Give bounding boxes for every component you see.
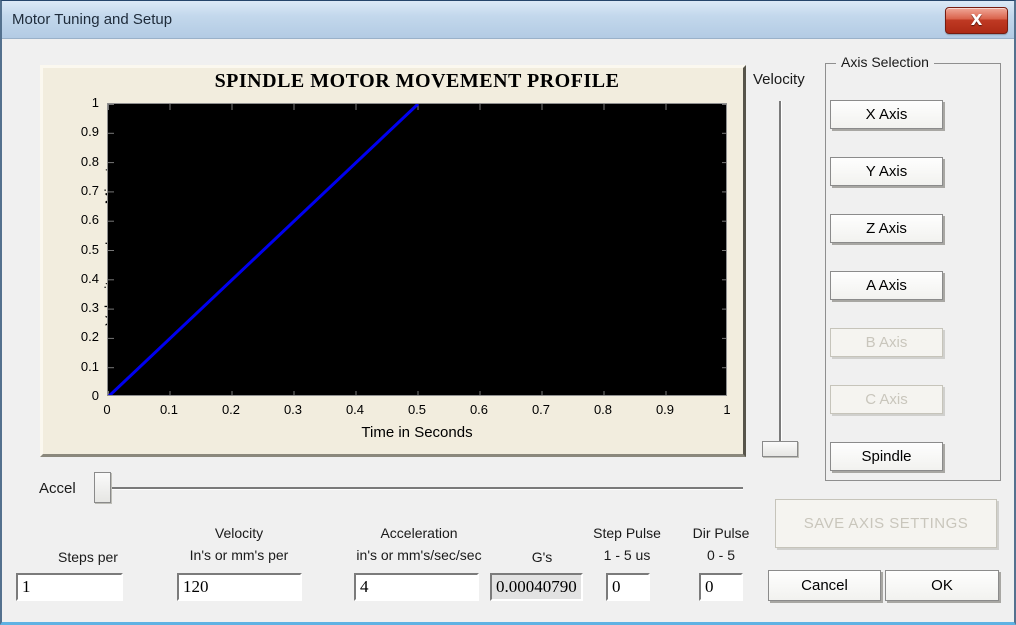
- x-tick-label: 0.5: [407, 402, 427, 417]
- close-button[interactable]: X: [945, 7, 1008, 34]
- accel-slider-track[interactable]: [110, 487, 743, 489]
- ok-button[interactable]: OK: [885, 570, 999, 601]
- gs-readout: [490, 573, 583, 601]
- y-tick-label: 0.4: [80, 270, 99, 286]
- acceleration-label-line2: in's or mm's/sec/sec: [356, 547, 482, 563]
- axis-button-a[interactable]: A Axis: [830, 271, 943, 300]
- chart-panel: SPINDLE MOTOR MOVEMENT PROFILE Velocity …: [40, 65, 746, 457]
- chart-title: SPINDLE MOTOR MOVEMENT PROFILE: [214, 70, 620, 92]
- x-axis-label: Time in Seconds: [361, 424, 473, 441]
- x-tick-label: 0.1: [159, 402, 179, 417]
- y-tick-label: 0.2: [80, 329, 99, 345]
- velocity-slider-track[interactable]: [779, 101, 781, 451]
- acceleration-label-line1: Acceleration: [380, 525, 458, 541]
- axis-button-b[interactable]: B Axis: [830, 328, 943, 357]
- x-tick-label: 0.7: [531, 402, 551, 417]
- dir-pulse-label-line1: Dir Pulse: [692, 525, 750, 541]
- y-tick-label: 0.9: [80, 124, 99, 140]
- y-tick-label: 0.8: [80, 153, 99, 169]
- title-bar[interactable]: Motor Tuning and Setup X: [2, 1, 1014, 39]
- accel-slider-thumb[interactable]: [94, 472, 111, 503]
- velocity-slider-thumb[interactable]: [762, 441, 798, 457]
- axis-button-x[interactable]: X Axis: [830, 100, 943, 129]
- velocity-slider-label: Velocity: [753, 71, 805, 88]
- y-tick-label: 0.3: [80, 300, 99, 316]
- step-pulse-input[interactable]: [606, 573, 650, 601]
- x-tick-label: 0: [103, 402, 111, 417]
- x-tick-label: 0.9: [655, 402, 675, 417]
- axis-button-z[interactable]: Z Axis: [830, 214, 943, 243]
- axis-button-y[interactable]: Y Axis: [830, 157, 943, 186]
- y-tick-label: 1: [91, 95, 99, 110]
- y-tick-label: 0.1: [80, 358, 99, 374]
- steps-per-label: Steps per: [58, 549, 118, 565]
- plot-area: [107, 103, 727, 396]
- x-tick-label: 1: [723, 402, 731, 417]
- x-tick-label: 0.8: [593, 402, 613, 417]
- y-tick-label: 0: [91, 388, 99, 403]
- steps-per-input[interactable]: [16, 573, 123, 601]
- axis-button-c[interactable]: C Axis: [830, 385, 943, 414]
- accel-slider-label: Accel: [39, 480, 76, 497]
- x-tick-label: 0.2: [221, 402, 241, 417]
- save-axis-settings-button[interactable]: SAVE AXIS SETTINGS: [775, 499, 997, 548]
- x-tick-label: 0.3: [283, 402, 303, 417]
- acceleration-input[interactable]: [354, 573, 479, 601]
- x-tick-label: 0.4: [345, 402, 365, 417]
- close-icon: X: [970, 11, 983, 29]
- dir-pulse-input[interactable]: [699, 573, 743, 601]
- velocity-input[interactable]: [177, 573, 302, 601]
- velocity-label-line1: Velocity: [214, 525, 264, 541]
- velocity-label-line2: In's or mm's per: [189, 547, 289, 563]
- x-tick-label: 0.6: [469, 402, 489, 417]
- y-tick-label: 0.6: [80, 212, 99, 228]
- dir-pulse-label-line2: 0 - 5: [706, 547, 735, 563]
- motor-tuning-dialog: Motor Tuning and Setup X SPINDLE MOTOR M…: [0, 0, 1016, 625]
- cancel-button[interactable]: Cancel: [768, 570, 881, 601]
- y-tick-label: 0.5: [80, 241, 99, 257]
- y-tick-label: 0.7: [80, 182, 99, 198]
- axis-button-spindle[interactable]: Spindle: [830, 442, 943, 471]
- window-title: Motor Tuning and Setup: [12, 11, 173, 28]
- axis-selection-title: Axis Selection: [836, 54, 934, 70]
